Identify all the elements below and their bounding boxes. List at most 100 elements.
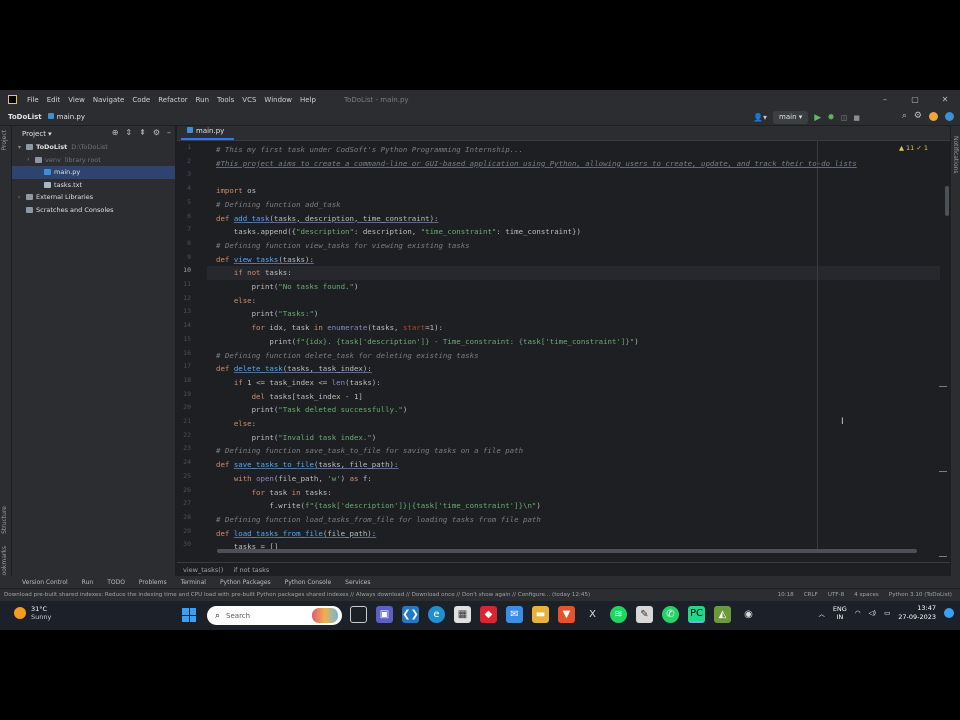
chevron-up-icon[interactable]: ︿: [818, 608, 825, 618]
wifi-icon[interactable]: ◠: [855, 609, 861, 617]
breadcrumb-block[interactable]: if not tasks: [233, 566, 269, 574]
code-line[interactable]: for idx, task in enumerate(tasks, start=…: [216, 321, 443, 335]
status-message[interactable]: Download pre-built shared indexes: Reduc…: [0, 592, 778, 598]
battery-icon[interactable]: ▭: [884, 609, 890, 617]
code-line[interactable]: f.write(f"{task['description']}|{task['t…: [216, 499, 540, 513]
file-encoding[interactable]: UTF-8: [828, 592, 844, 598]
python-interpreter[interactable]: Python 3.10 (ToDoList): [889, 592, 952, 598]
code-line[interactable]: def delete_task(tasks, task_index):: [216, 362, 372, 376]
speaker-icon[interactable]: ◁): [869, 609, 877, 617]
tool-problems[interactable]: Problems: [139, 579, 167, 586]
tree-item[interactable]: main.py: [12, 166, 175, 179]
code-line[interactable]: else:: [216, 294, 256, 308]
weather-widget[interactable]: 31°C Sunny: [14, 605, 51, 621]
code-line[interactable]: print("No tasks found."): [216, 280, 359, 294]
breadcrumb-function[interactable]: view_tasks(): [183, 566, 223, 574]
task-view-icon[interactable]: [350, 606, 367, 623]
project-panel-title[interactable]: Project ▾: [22, 130, 52, 138]
tool-terminal[interactable]: Terminal: [181, 579, 206, 586]
pycharm-taskbar-icon[interactable]: PC: [688, 606, 705, 623]
menu-view[interactable]: View: [64, 96, 89, 104]
collapse-all-icon[interactable]: ⇞: [139, 128, 146, 137]
clock[interactable]: 13:47 27-09-2023: [898, 604, 936, 622]
hide-icon[interactable]: –: [167, 128, 171, 137]
expand-all-icon[interactable]: ⇕: [125, 128, 132, 137]
vscode-icon[interactable]: ❮❯: [402, 606, 419, 623]
bookmarks-tool-tab[interactable]: Bookmarks: [1, 546, 8, 580]
minimize-icon[interactable]: –: [870, 90, 900, 109]
code-line[interactable]: def view_tasks(tasks):: [216, 253, 314, 267]
chat-icon[interactable]: ▣: [376, 606, 393, 623]
inspection-widget[interactable]: ▲ 11 ✓ 1: [899, 144, 928, 152]
run-icon[interactable]: ▶: [814, 113, 821, 123]
tool-version-control[interactable]: Version Control: [22, 579, 68, 586]
tree-item[interactable]: › External Libraries: [12, 191, 175, 204]
maximize-icon[interactable]: ▢: [900, 90, 930, 109]
nav-file[interactable]: main.py: [45, 113, 88, 121]
tool-services[interactable]: Services: [345, 579, 370, 586]
tree-item[interactable]: Scratches and Consoles: [12, 204, 175, 217]
tab-main-py[interactable]: main.py: [181, 127, 235, 140]
project-tool-tab[interactable]: Project: [1, 130, 8, 151]
nav-project[interactable]: ToDoList: [0, 113, 45, 121]
code-line[interactable]: # Defining function add_task: [216, 198, 341, 212]
notification-icon[interactable]: [944, 608, 954, 618]
menu-edit[interactable]: Edit: [43, 96, 65, 104]
menu-file[interactable]: File: [23, 96, 43, 104]
x-icon[interactable]: X: [584, 606, 601, 623]
tool-python-console[interactable]: Python Console: [285, 579, 332, 586]
locate-icon[interactable]: ⊕: [112, 128, 119, 137]
coverage-icon[interactable]: ◫: [841, 114, 848, 122]
settings-icon[interactable]: ⚙: [914, 111, 922, 121]
code-line[interactable]: def load_tasks_from_file(file_path):: [216, 527, 376, 541]
horizontal-scrollbar[interactable]: [217, 549, 917, 553]
jetbrains-ai-icon[interactable]: [945, 111, 954, 121]
code-line[interactable]: if 1 <= task_index <= len(tasks):: [216, 376, 381, 390]
line-separator[interactable]: CRLF: [804, 592, 818, 598]
code-line[interactable]: # Defining function delete_task for dele…: [216, 349, 479, 363]
spotify-icon[interactable]: ≋: [610, 606, 627, 623]
menu-refactor[interactable]: Refactor: [154, 96, 191, 104]
file-explorer-icon[interactable]: ▬: [532, 606, 549, 623]
github-icon[interactable]: ◉: [740, 606, 757, 623]
caret-position[interactable]: 10:18: [778, 592, 794, 598]
structure-tool-tab[interactable]: Structure: [1, 506, 8, 534]
notepad-icon[interactable]: ✎: [636, 606, 653, 623]
language-indicator[interactable]: ENG IN: [833, 605, 847, 621]
tree-item[interactable]: ▾ ToDoList D:\ToDoList: [12, 141, 175, 154]
tree-item[interactable]: › venv library root: [12, 154, 175, 167]
code-line[interactable]: else:: [216, 417, 256, 431]
run-config-select[interactable]: main ▾: [773, 111, 809, 124]
debug-icon[interactable]: ✸: [827, 113, 835, 123]
gear-icon[interactable]: ⚙: [153, 128, 160, 137]
code-line[interactable]: with open(file_path, 'w') as f:: [216, 472, 372, 486]
code-line[interactable]: import os: [216, 184, 256, 198]
menu-help[interactable]: Help: [296, 96, 320, 104]
indent-setting[interactable]: 4 spaces: [854, 592, 879, 598]
menu-vcs[interactable]: VCS: [238, 96, 260, 104]
app-green-icon[interactable]: ◭: [714, 606, 731, 623]
code-line[interactable]: for task in tasks:: [216, 486, 332, 500]
app-red-icon[interactable]: ◆: [480, 606, 497, 623]
menu-code[interactable]: Code: [128, 96, 154, 104]
code-line[interactable]: def add_task(tasks, description, time_co…: [216, 212, 439, 226]
code-line[interactable]: print("Task deleted successfully."): [216, 403, 408, 417]
code-line[interactable]: # Defining function load_tasks_from_file…: [216, 513, 541, 527]
mail-icon[interactable]: ✉: [506, 606, 523, 623]
taskbar-search[interactable]: ⌕ Search: [207, 606, 342, 625]
tree-arrow-icon[interactable]: ›: [18, 194, 26, 201]
code-line[interactable]: tasks.append({"description": description…: [216, 225, 581, 239]
updates-icon[interactable]: [929, 111, 938, 121]
store-icon[interactable]: ▦: [454, 606, 471, 623]
close-icon[interactable]: ✕: [930, 90, 960, 109]
code-line[interactable]: # This my first task under CodSoft's Pyt…: [216, 143, 523, 157]
code-line[interactable]: del tasks[task_index - 1]: [216, 390, 363, 404]
tool-python-packages[interactable]: Python Packages: [220, 579, 271, 586]
tool-run[interactable]: Run: [82, 579, 94, 586]
edge-icon[interactable]: e: [428, 606, 445, 623]
stop-icon[interactable]: ■: [853, 114, 860, 122]
windows-start-icon[interactable]: [182, 608, 196, 622]
code-line[interactable]: print("Invalid task index."): [216, 431, 377, 445]
tool-todo[interactable]: TODO: [107, 579, 125, 586]
user-icon[interactable]: 👤▾: [753, 113, 767, 122]
